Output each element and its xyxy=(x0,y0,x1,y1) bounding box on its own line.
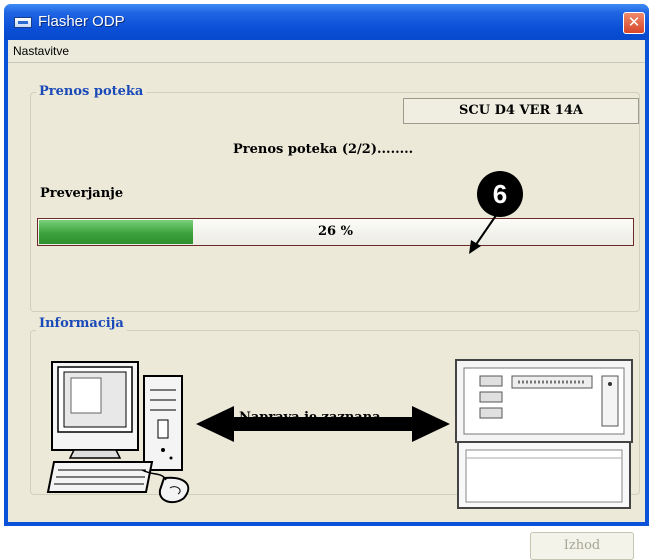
title-bar[interactable]: Flasher ODP ✕ xyxy=(4,4,649,40)
computer-icon xyxy=(46,361,190,504)
double-arrow-icon xyxy=(196,406,450,442)
progress-bar: 26 % xyxy=(37,218,634,246)
close-button[interactable]: ✕ xyxy=(623,12,645,34)
device-icon xyxy=(455,359,633,509)
exit-button[interactable]: Izhod xyxy=(530,532,634,560)
transfer-group-title: Prenos poteka xyxy=(36,84,147,99)
menu-item-nastavitve[interactable]: Nastavitve xyxy=(13,44,69,58)
transfer-status-text: Prenos poteka (2/2)........ xyxy=(233,142,414,157)
app-icon xyxy=(14,17,32,28)
transfer-group xyxy=(30,92,640,312)
info-group-title: Informacija xyxy=(36,316,127,331)
verify-label: Preverjanje xyxy=(40,186,124,201)
callout-arrow-icon xyxy=(469,213,498,254)
version-label: SCU D4 VER 14A xyxy=(403,98,639,124)
progress-text: 26 % xyxy=(318,224,353,239)
window-title: Flasher ODP xyxy=(38,13,125,30)
menu-bar: Nastavitve xyxy=(8,40,645,63)
client-area: Nastavitve Prenos poteka SCU D4 VER 14A … xyxy=(8,40,645,560)
app-window: Flasher ODP ✕ Nastavitve Prenos poteka S… xyxy=(4,4,649,560)
